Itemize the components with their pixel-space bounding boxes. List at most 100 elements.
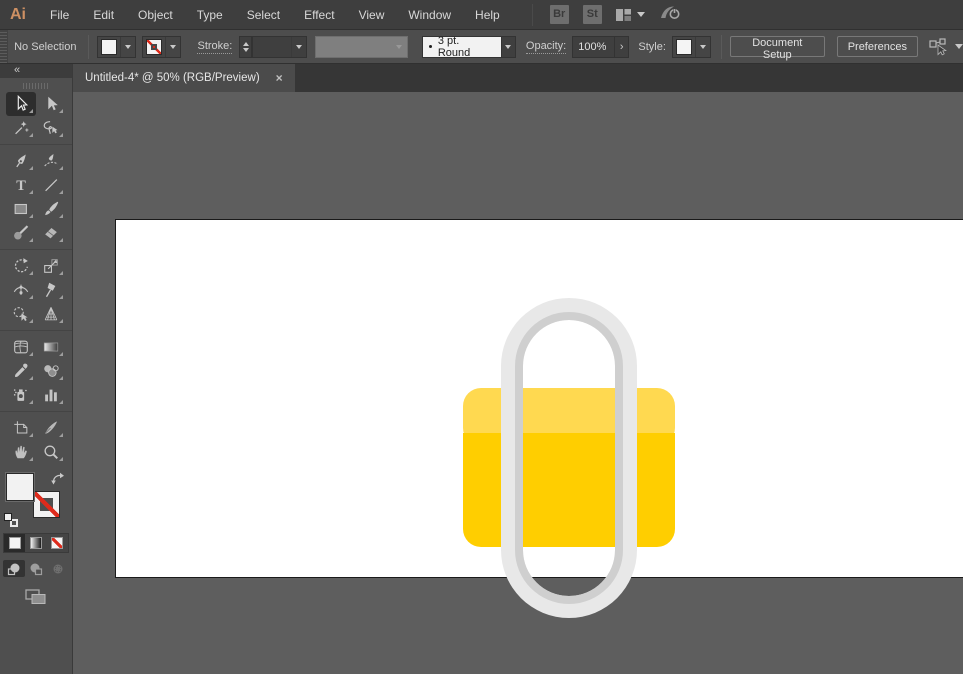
chevron-down-icon <box>291 36 306 57</box>
menu-window[interactable]: Window <box>396 0 463 30</box>
fill-color-picker[interactable] <box>97 35 137 58</box>
illustrator-window: Ai File Edit Object Type Select Effect View Win… <box>0 0 963 674</box>
chevron-down-icon <box>502 37 515 57</box>
draw-behind-button[interactable] <box>25 560 47 577</box>
shape-builder-tool[interactable] <box>6 302 36 326</box>
stroke-color-picker[interactable] <box>142 35 182 58</box>
stroke-weight-combo[interactable] <box>252 35 308 58</box>
collapse-panel-icon[interactable]: « <box>14 64 20 76</box>
direct-selection-tool[interactable] <box>36 92 66 116</box>
stroke-label[interactable]: Stroke: <box>197 40 233 54</box>
brush-definition-field[interactable]: 3 pt. Round <box>421 34 502 59</box>
stock-button[interactable]: St <box>582 5 602 24</box>
style-picker[interactable] <box>671 35 711 58</box>
document-setup-button[interactable]: Document Setup <box>729 36 825 61</box>
preferences-button[interactable]: Preferences <box>836 36 918 57</box>
menu-type[interactable]: Type <box>185 0 235 30</box>
none-mode-button[interactable] <box>47 534 68 552</box>
lasso-tool-icon <box>43 121 58 134</box>
selection-status: No Selection <box>14 40 77 53</box>
chevron-down-icon <box>170 44 177 49</box>
lasso-tool[interactable] <box>36 116 66 140</box>
select-similar-control[interactable] <box>928 37 963 57</box>
stroke-ring-icon <box>151 43 158 50</box>
menu-file[interactable]: File <box>38 0 81 30</box>
eraser-tool-icon <box>45 228 57 239</box>
paintbrush-tool[interactable] <box>36 197 66 221</box>
menu-edit[interactable]: Edit <box>81 0 126 30</box>
menu-object[interactable]: Object <box>126 0 185 30</box>
fill-dropdown[interactable] <box>120 36 135 57</box>
menu-effect[interactable]: Effect <box>292 0 346 30</box>
style-dropdown[interactable] <box>694 36 710 57</box>
eyedropper-tool[interactable] <box>6 359 36 383</box>
select-similar-icon <box>929 37 947 55</box>
controlbar-grip[interactable] <box>0 30 9 63</box>
menubar-right: Br St <box>522 3 691 26</box>
tab-close-button[interactable]: × <box>274 71 285 85</box>
artboard-tool[interactable] <box>6 416 36 440</box>
gradient-tool[interactable] <box>36 335 66 359</box>
color-mode-button[interactable] <box>4 534 26 552</box>
pencil-tool[interactable] <box>6 221 36 245</box>
stroke-weight-stepper[interactable] <box>239 35 252 58</box>
column-graph-tool[interactable] <box>36 383 66 407</box>
tools-panel: « T <box>0 64 73 674</box>
tools-panel-grip[interactable] <box>23 83 49 89</box>
stroke-dropdown[interactable] <box>165 36 180 57</box>
opacity-panel-arrow[interactable]: › <box>615 35 630 58</box>
selection-tool[interactable] <box>6 92 36 116</box>
brush-value: 3 pt. Round <box>437 34 471 59</box>
perspective-grid-tool[interactable] <box>36 302 66 326</box>
opacity-field[interactable]: 100% <box>572 35 616 58</box>
width-tool[interactable] <box>6 278 36 302</box>
document-tab[interactable]: Untitled-4* @ 50% (RGB/Preview) × <box>73 64 295 92</box>
style-swatch <box>675 38 692 55</box>
bridge-button[interactable]: Br <box>549 5 569 24</box>
gradient-mode-button[interactable] <box>25 534 46 552</box>
blend-tool-icon <box>44 365 59 377</box>
workspace-switcher[interactable] <box>615 8 645 22</box>
line-segment-tool[interactable] <box>36 173 66 197</box>
menu-select[interactable]: Select <box>235 0 292 30</box>
pen-tool[interactable] <box>6 149 36 173</box>
app-logo: Ai <box>10 5 26 23</box>
puppet-warp-tool[interactable] <box>36 278 66 302</box>
swap-arrows-icon <box>51 472 64 485</box>
line-segment-tool-icon <box>45 179 58 192</box>
mesh-tool-icon <box>14 340 28 354</box>
rotate-tool[interactable] <box>6 254 36 278</box>
screen-mode-button[interactable] <box>25 589 47 610</box>
hand-tool[interactable] <box>6 440 36 464</box>
width-tool-icon <box>13 284 29 295</box>
draw-normal-button[interactable] <box>3 560 25 577</box>
pen-tool-icon <box>16 154 26 168</box>
rectangle-tool[interactable] <box>6 197 36 221</box>
type-tool[interactable]: T <box>6 173 36 197</box>
default-fill-stroke-button[interactable] <box>4 513 18 527</box>
separator <box>88 34 90 59</box>
menu-view[interactable]: View <box>347 0 397 30</box>
draw-inside-button[interactable] <box>47 560 69 577</box>
mesh-tool[interactable] <box>6 335 36 359</box>
artboard[interactable] <box>115 219 963 578</box>
magic-wand-tool[interactable] <box>6 116 36 140</box>
eraser-tool[interactable] <box>36 221 66 245</box>
symbol-sprayer-tool[interactable] <box>6 383 36 407</box>
shape-builder-tool-icon <box>13 307 28 322</box>
cc-sync-button[interactable] <box>659 3 683 26</box>
menu-help[interactable]: Help <box>463 0 512 30</box>
menubar-separator <box>531 3 533 26</box>
fill-proxy[interactable] <box>6 473 34 501</box>
canvas[interactable] <box>73 92 963 674</box>
scale-tool[interactable] <box>36 254 66 278</box>
slice-tool[interactable] <box>36 416 66 440</box>
blend-tool[interactable] <box>36 359 66 383</box>
draw-behind-icon <box>30 563 43 575</box>
swap-fill-stroke-button[interactable] <box>50 471 65 491</box>
zoom-tool[interactable] <box>36 440 66 464</box>
stroke-proxy[interactable] <box>33 491 60 518</box>
curvature-tool[interactable] <box>36 149 66 173</box>
opacity-label[interactable]: Opacity: <box>525 40 567 54</box>
brush-dropdown[interactable] <box>501 35 516 58</box>
